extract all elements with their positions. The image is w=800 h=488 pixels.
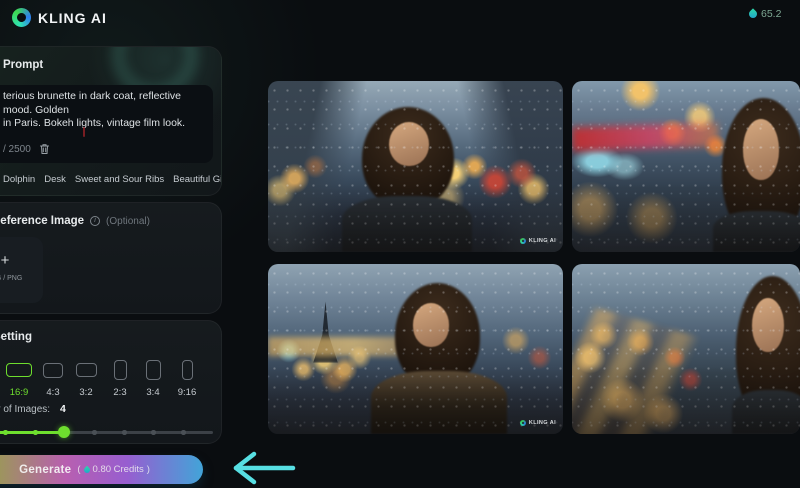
upload-format-label: JPG / PNG bbox=[0, 275, 43, 282]
annotation-arrow bbox=[227, 449, 301, 487]
slider-tick bbox=[3, 430, 8, 435]
kling-logo-text: KLING AI bbox=[38, 10, 107, 26]
figure-coat bbox=[732, 390, 800, 434]
trash-icon bbox=[39, 143, 50, 155]
credits-value: 65.2 bbox=[761, 8, 781, 20]
cost-paren-open: ( bbox=[77, 464, 80, 475]
ratio-option-4-3[interactable]: 4:3 bbox=[36, 359, 70, 398]
generated-image-1[interactable]: KLING AI bbox=[268, 81, 563, 252]
prompt-panel: Prompt terious brunette in dark coat, re… bbox=[0, 46, 222, 196]
ratio-option-3-2[interactable]: 3:2 bbox=[69, 359, 103, 398]
slider-tick bbox=[33, 430, 38, 435]
cost-value: 0.80 Credits bbox=[93, 464, 144, 475]
char-counter: / 2500 bbox=[3, 144, 31, 155]
generated-image-2[interactable] bbox=[572, 81, 800, 252]
generate-label: Generate bbox=[19, 464, 71, 476]
prompt-text-line: in Paris. Bokeh lights, vintage film loo… bbox=[3, 117, 203, 131]
generate-cost: ( 0.80 Credits ) bbox=[77, 464, 150, 475]
slider-tick bbox=[151, 430, 156, 435]
credits-badge[interactable]: 65.2 bbox=[749, 8, 781, 20]
ratio-label: 16:9 bbox=[2, 387, 36, 398]
ratio-option-3-4[interactable]: 3:4 bbox=[136, 359, 170, 398]
ratio-label: 2:3 bbox=[103, 387, 137, 398]
figure-coat bbox=[371, 371, 507, 434]
kling-logo-icon bbox=[10, 6, 33, 29]
red-awning bbox=[572, 123, 718, 152]
ratio-shape-icon bbox=[114, 360, 127, 380]
figure-face bbox=[743, 119, 779, 181]
slider-fill bbox=[0, 431, 64, 434]
ratio-option-2-3[interactable]: 2:3 bbox=[103, 359, 137, 398]
slider-knob[interactable] bbox=[58, 426, 70, 438]
kling-watermark: KLING AI bbox=[520, 238, 556, 244]
num-images-value: 4 bbox=[60, 403, 66, 415]
figure-coat bbox=[342, 196, 472, 252]
tag-chip[interactable]: Beautiful Girl bbox=[173, 174, 222, 185]
ratio-option-9-16[interactable]: 9:16 bbox=[170, 359, 204, 398]
kling-watermark-icon bbox=[520, 238, 526, 244]
settings-panel: Setting 16:9 4:3 3:2 2:3 3:4 9:16 Number… bbox=[0, 320, 222, 444]
figure-coat bbox=[713, 211, 800, 252]
optional-label: (Optional) bbox=[106, 216, 150, 227]
kling-watermark: KLING AI bbox=[520, 420, 556, 426]
figure-face bbox=[389, 122, 429, 166]
settings-title: Setting bbox=[0, 331, 32, 343]
figure-face bbox=[413, 303, 450, 347]
cost-paren-close: ) bbox=[147, 464, 150, 475]
ratio-shape-icon bbox=[43, 363, 63, 378]
ratio-shape-icon bbox=[182, 360, 193, 380]
figure-face bbox=[752, 298, 784, 352]
kling-ai-app: KLING AI 65.2 Prompt terious brunette in… bbox=[0, 0, 800, 488]
water-drop-icon bbox=[747, 8, 758, 19]
text-cursor bbox=[83, 127, 85, 137]
generated-image-3[interactable]: KLING AI bbox=[268, 264, 563, 434]
kling-logo[interactable]: KLING AI bbox=[12, 8, 107, 27]
plus-icon: + bbox=[0, 253, 43, 268]
tag-chip[interactable]: Desk bbox=[44, 174, 66, 185]
ratio-shape-icon bbox=[6, 363, 32, 377]
kling-watermark-text: KLING AI bbox=[529, 238, 556, 244]
prompt-textarea[interactable]: terious brunette in dark coat, reflectiv… bbox=[0, 85, 213, 163]
prompt-title: Prompt bbox=[3, 59, 43, 71]
slider-tick bbox=[92, 430, 97, 435]
tag-chip[interactable]: Dolphin bbox=[3, 174, 35, 185]
num-images-label: Number of Images: bbox=[0, 404, 50, 415]
ratio-label: 4:3 bbox=[36, 387, 70, 398]
reference-title: Reference Image bbox=[0, 215, 84, 227]
ratio-shape-icon bbox=[146, 360, 161, 380]
slider-tick bbox=[122, 430, 127, 435]
images-slider[interactable] bbox=[0, 425, 213, 439]
slider-tick bbox=[181, 430, 186, 435]
prompt-suggestions: Dolphin Desk Sweet and Sour Ribs Beautif… bbox=[3, 173, 211, 186]
golden-street-lights bbox=[572, 303, 751, 434]
ratio-label: 9:16 bbox=[170, 387, 204, 398]
prompt-text: terious brunette in dark coat, reflectiv… bbox=[3, 90, 203, 131]
water-drop-icon bbox=[82, 465, 90, 473]
generate-button[interactable]: Generate ( 0.80 Credits ) bbox=[0, 455, 203, 484]
clear-prompt-button[interactable] bbox=[39, 143, 50, 155]
kling-watermark-icon bbox=[520, 420, 526, 426]
generated-image-4[interactable] bbox=[572, 264, 800, 434]
ratio-label: 3:4 bbox=[136, 387, 170, 398]
ratio-option-16-9[interactable]: 16:9 bbox=[2, 359, 36, 398]
reference-image-panel: Reference Image i (Optional) + JPG / PNG bbox=[0, 202, 222, 314]
info-icon[interactable]: i bbox=[90, 216, 100, 226]
ratio-label: 3:2 bbox=[69, 387, 103, 398]
ratio-shape-icon bbox=[76, 363, 97, 377]
tag-chip[interactable]: Sweet and Sour Ribs bbox=[75, 174, 164, 185]
kling-watermark-text: KLING AI bbox=[529, 420, 556, 426]
upload-dropzone[interactable]: + JPG / PNG bbox=[0, 237, 43, 303]
prompt-text-line: terious brunette in dark coat, reflectiv… bbox=[3, 90, 203, 117]
